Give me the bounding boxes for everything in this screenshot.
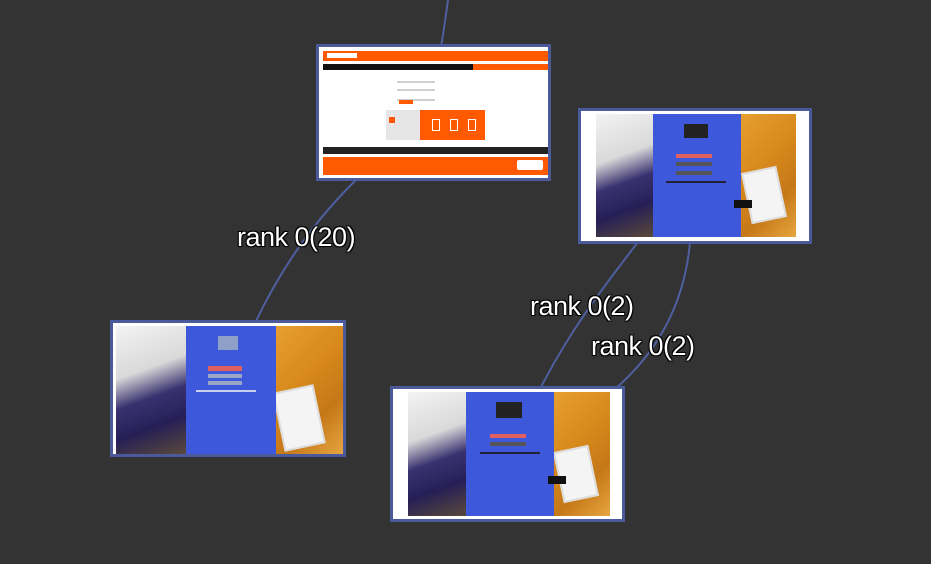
node-photo-top-right[interactable] (578, 108, 812, 244)
node-web-page[interactable] (316, 44, 551, 181)
node-photo-left[interactable] (110, 320, 346, 457)
node-photo-bottom[interactable] (390, 386, 625, 522)
edge-label-rank-2-b: rank 0(2) (591, 331, 695, 361)
edge-label-rank-2-a: rank 0(2) (530, 291, 634, 321)
edge-incoming-top (440, 0, 449, 48)
graph-canvas[interactable]: rank 0(20) rank 0(2) rank 0(2) (0, 0, 931, 564)
edge-label-rank-20: rank 0(20) (237, 222, 356, 252)
